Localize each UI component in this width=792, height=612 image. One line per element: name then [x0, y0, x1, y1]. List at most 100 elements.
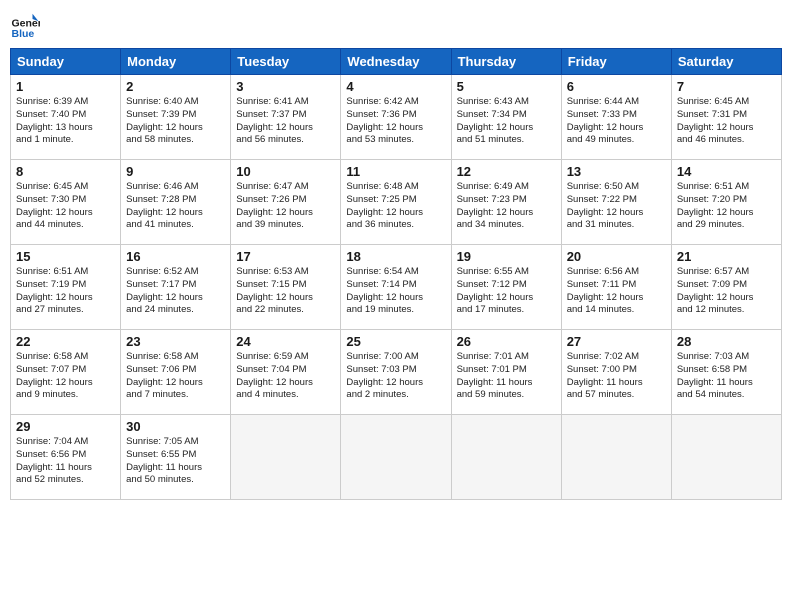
- day-number: 22: [16, 334, 115, 349]
- calendar-cell: 24 Sunrise: 6:59 AM Sunset: 7:04 PM Dayli…: [231, 330, 341, 415]
- day-info: Sunrise: 6:42 AM Sunset: 7:36 PM Dayligh…: [346, 96, 445, 147]
- logo: General Blue: [10, 10, 44, 40]
- day-info: Sunrise: 6:46 AM Sunset: 7:28 PM Dayligh…: [126, 181, 225, 232]
- day-info: Sunrise: 6:51 AM Sunset: 7:20 PM Dayligh…: [677, 181, 776, 232]
- day-info: Sunrise: 6:49 AM Sunset: 7:23 PM Dayligh…: [457, 181, 556, 232]
- day-number: 18: [346, 249, 445, 264]
- calendar-cell: 17 Sunrise: 6:53 AM Sunset: 7:15 PM Dayli…: [231, 245, 341, 330]
- day-info: Sunrise: 6:58 AM Sunset: 7:06 PM Dayligh…: [126, 351, 225, 402]
- calendar-cell: 11 Sunrise: 6:48 AM Sunset: 7:25 PM Dayli…: [341, 160, 451, 245]
- calendar-cell: 9 Sunrise: 6:46 AM Sunset: 7:28 PM Daylig…: [121, 160, 231, 245]
- calendar-cell: 4 Sunrise: 6:42 AM Sunset: 7:36 PM Daylig…: [341, 75, 451, 160]
- calendar-cell: 16 Sunrise: 6:52 AM Sunset: 7:17 PM Dayli…: [121, 245, 231, 330]
- day-number: 12: [457, 164, 556, 179]
- day-info: Sunrise: 6:48 AM Sunset: 7:25 PM Dayligh…: [346, 181, 445, 232]
- day-number: 11: [346, 164, 445, 179]
- calendar-cell: 26 Sunrise: 7:01 AM Sunset: 7:01 PM Dayli…: [451, 330, 561, 415]
- calendar-cell: 14 Sunrise: 6:51 AM Sunset: 7:20 PM Dayli…: [671, 160, 781, 245]
- calendar-cell: 28Sunrise: 7:03 AM Sunset: 6:58 PM Dayli…: [671, 330, 781, 415]
- calendar-cell: 1 Sunrise: 6:39 AM Sunset: 7:40 PM Daylig…: [11, 75, 121, 160]
- day-info: Sunrise: 7:00 AM Sunset: 7:03 PM Dayligh…: [346, 351, 445, 402]
- calendar-cell: 2Sunrise: 6:40 AM Sunset: 7:39 PM Daylig…: [121, 75, 231, 160]
- day-info: Sunrise: 6:55 AM Sunset: 7:12 PM Dayligh…: [457, 266, 556, 317]
- day-info: Sunrise: 6:47 AM Sunset: 7:26 PM Dayligh…: [236, 181, 335, 232]
- day-info: Sunrise: 7:01 AM Sunset: 7:01 PM Dayligh…: [457, 351, 556, 402]
- calendar-table: SundayMondayTuesdayWednesdayThursdayFrid…: [10, 48, 782, 500]
- calendar-week-5: 29Sunrise: 7:04 AM Sunset: 6:56 PM Dayli…: [11, 415, 782, 500]
- calendar-cell: 25 Sunrise: 7:00 AM Sunset: 7:03 PM Dayli…: [341, 330, 451, 415]
- svg-text:Blue: Blue: [12, 28, 35, 40]
- col-header-tuesday: Tuesday: [231, 49, 341, 75]
- day-number: 1: [16, 79, 115, 94]
- calendar-cell: 3 Sunrise: 6:41 AM Sunset: 7:37 PM Daylig…: [231, 75, 341, 160]
- day-number: 16: [126, 249, 225, 264]
- col-header-monday: Monday: [121, 49, 231, 75]
- day-info: Sunrise: 6:58 AM Sunset: 7:07 PM Dayligh…: [16, 351, 115, 402]
- calendar-cell: 23 Sunrise: 6:58 AM Sunset: 7:06 PM Dayli…: [121, 330, 231, 415]
- calendar-cell: [451, 415, 561, 500]
- day-info: Sunrise: 6:44 AM Sunset: 7:33 PM Dayligh…: [567, 96, 666, 147]
- day-number: 25: [346, 334, 445, 349]
- calendar-cell: 7Sunrise: 6:45 AM Sunset: 7:31 PM Daylig…: [671, 75, 781, 160]
- day-number: 24: [236, 334, 335, 349]
- day-number: 8: [16, 164, 115, 179]
- calendar-cell: [671, 415, 781, 500]
- calendar-week-2: 8 Sunrise: 6:45 AM Sunset: 7:30 PM Daylig…: [11, 160, 782, 245]
- day-number: 21: [677, 249, 776, 264]
- calendar-week-3: 15 Sunrise: 6:51 AM Sunset: 7:19 PM Dayli…: [11, 245, 782, 330]
- day-info: Sunrise: 6:56 AM Sunset: 7:11 PM Dayligh…: [567, 266, 666, 317]
- day-number: 10: [236, 164, 335, 179]
- col-header-thursday: Thursday: [451, 49, 561, 75]
- day-info: Sunrise: 6:41 AM Sunset: 7:37 PM Dayligh…: [236, 96, 335, 147]
- day-info: Sunrise: 6:54 AM Sunset: 7:14 PM Dayligh…: [346, 266, 445, 317]
- day-number: 4: [346, 79, 445, 94]
- page-header: General Blue: [10, 10, 782, 40]
- calendar-cell: 18 Sunrise: 6:54 AM Sunset: 7:14 PM Dayli…: [341, 245, 451, 330]
- col-header-wednesday: Wednesday: [341, 49, 451, 75]
- day-number: 7: [677, 79, 776, 94]
- calendar-header-row: SundayMondayTuesdayWednesdayThursdayFrid…: [11, 49, 782, 75]
- calendar-cell: 22 Sunrise: 6:58 AM Sunset: 7:07 PM Dayli…: [11, 330, 121, 415]
- day-number: 15: [16, 249, 115, 264]
- day-info: Sunrise: 6:45 AM Sunset: 7:30 PM Dayligh…: [16, 181, 115, 232]
- col-header-saturday: Saturday: [671, 49, 781, 75]
- calendar-cell: 19Sunrise: 6:55 AM Sunset: 7:12 PM Dayli…: [451, 245, 561, 330]
- col-header-sunday: Sunday: [11, 49, 121, 75]
- day-info: Sunrise: 6:43 AM Sunset: 7:34 PM Dayligh…: [457, 96, 556, 147]
- calendar-cell: [561, 415, 671, 500]
- calendar-cell: 8 Sunrise: 6:45 AM Sunset: 7:30 PM Daylig…: [11, 160, 121, 245]
- day-info: Sunrise: 6:53 AM Sunset: 7:15 PM Dayligh…: [236, 266, 335, 317]
- day-number: 27: [567, 334, 666, 349]
- day-number: 29: [16, 419, 115, 434]
- day-number: 9: [126, 164, 225, 179]
- day-info: Sunrise: 6:57 AM Sunset: 7:09 PM Dayligh…: [677, 266, 776, 317]
- calendar-cell: 15 Sunrise: 6:51 AM Sunset: 7:19 PM Dayli…: [11, 245, 121, 330]
- day-info: Sunrise: 6:52 AM Sunset: 7:17 PM Dayligh…: [126, 266, 225, 317]
- day-info: Sunrise: 6:50 AM Sunset: 7:22 PM Dayligh…: [567, 181, 666, 232]
- calendar-cell: 12 Sunrise: 6:49 AM Sunset: 7:23 PM Dayli…: [451, 160, 561, 245]
- day-number: 23: [126, 334, 225, 349]
- day-number: 3: [236, 79, 335, 94]
- calendar-cell: 27 Sunrise: 7:02 AM Sunset: 7:00 PM Dayli…: [561, 330, 671, 415]
- day-info: Sunrise: 7:03 AM Sunset: 6:58 PM Dayligh…: [677, 351, 776, 402]
- day-info: Sunrise: 6:39 AM Sunset: 7:40 PM Dayligh…: [16, 96, 115, 147]
- day-number: 17: [236, 249, 335, 264]
- day-number: 13: [567, 164, 666, 179]
- calendar-cell: [231, 415, 341, 500]
- col-header-friday: Friday: [561, 49, 671, 75]
- calendar-cell: [341, 415, 451, 500]
- day-number: 30: [126, 419, 225, 434]
- calendar-cell: 29Sunrise: 7:04 AM Sunset: 6:56 PM Dayli…: [11, 415, 121, 500]
- day-number: 5: [457, 79, 556, 94]
- day-number: 6: [567, 79, 666, 94]
- day-info: Sunrise: 7:02 AM Sunset: 7:00 PM Dayligh…: [567, 351, 666, 402]
- day-number: 14: [677, 164, 776, 179]
- day-info: Sunrise: 7:05 AM Sunset: 6:55 PM Dayligh…: [126, 436, 225, 487]
- logo-icon: General Blue: [10, 10, 40, 40]
- calendar-cell: 13 Sunrise: 6:50 AM Sunset: 7:22 PM Dayli…: [561, 160, 671, 245]
- calendar-week-4: 22 Sunrise: 6:58 AM Sunset: 7:07 PM Dayli…: [11, 330, 782, 415]
- day-info: Sunrise: 6:51 AM Sunset: 7:19 PM Dayligh…: [16, 266, 115, 317]
- day-number: 2: [126, 79, 225, 94]
- day-info: Sunrise: 6:59 AM Sunset: 7:04 PM Dayligh…: [236, 351, 335, 402]
- day-number: 26: [457, 334, 556, 349]
